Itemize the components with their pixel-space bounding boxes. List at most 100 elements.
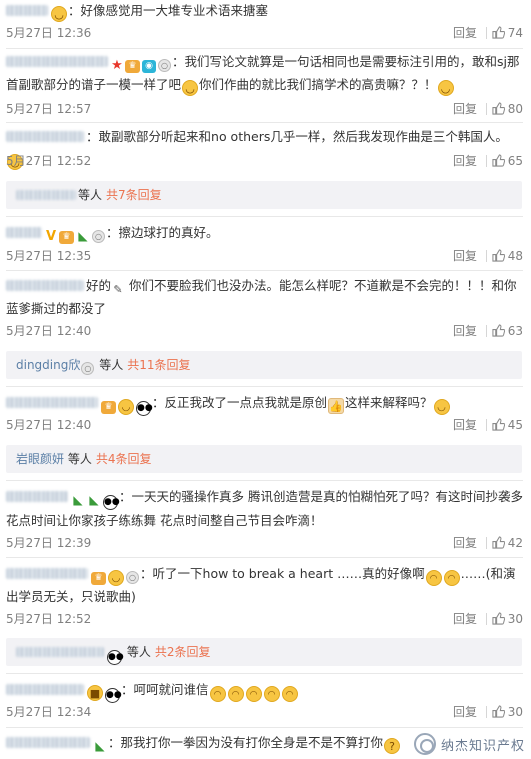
- sub-replies-summary[interactable]: 岩眼颜妍 等人 共4条回复: [6, 445, 522, 473]
- divider: [6, 480, 523, 481]
- reply-count-link[interactable]: 共11条回复: [127, 358, 190, 372]
- like-button[interactable]: 80: [489, 100, 523, 118]
- reply-button[interactable]: 回复: [453, 152, 477, 170]
- comment-time: 5月27日 12:36: [6, 26, 92, 40]
- comment-meta: 5月27日 12:40 回复 45: [6, 416, 523, 434]
- divider: [6, 270, 523, 271]
- comment-text-a: 好的: [86, 278, 112, 293]
- reply-button[interactable]: 回复: [453, 610, 477, 628]
- smile-icon: ◡: [437, 80, 454, 96]
- like-button[interactable]: 65: [489, 152, 523, 170]
- others-label: 等人: [99, 358, 124, 372]
- sub-replies-summary[interactable]: 等人 共7条回复: [6, 181, 522, 209]
- like-button[interactable]: 30: [489, 610, 523, 628]
- divider: [6, 386, 523, 387]
- comment-meta: 5月27日 12:39 回复 42: [6, 534, 523, 552]
- comment-feed: ◡ ：好像感觉用一大堆专业术语来搪塞 5月27日 12:36 回复 74 ★ ♛ ◉ ○…: [0, 0, 531, 759]
- watermelon-icon: ◣: [89, 493, 99, 507]
- watermark: 纳杰知识产权: [413, 731, 525, 757]
- grin-icon: ◡: [108, 570, 124, 586]
- like-button[interactable]: 74: [489, 24, 523, 42]
- username-blurred[interactable]: [6, 131, 84, 142]
- like-button[interactable]: 42: [489, 534, 523, 552]
- comment-text: 那我打你一拳因为没有打你全身是不是不算打你: [120, 735, 384, 750]
- divider: [6, 122, 523, 123]
- sub-replies-summary[interactable]: dingding欣 ○ 等人 共11条回复: [6, 351, 522, 379]
- username-blurred[interactable]: [6, 684, 84, 695]
- username-blurred[interactable]: [6, 5, 48, 16]
- like-button[interactable]: 63: [489, 322, 523, 340]
- laugh-icon: ◠: [227, 686, 244, 702]
- reply-button[interactable]: 回复: [453, 703, 477, 721]
- watermelon-icon: ◣: [73, 493, 83, 507]
- username-blurred[interactable]: [6, 491, 68, 502]
- others-label: 等人: [67, 452, 92, 466]
- comment-time: 5月27日 12:52: [6, 612, 92, 626]
- username-blurred[interactable]: [6, 227, 42, 238]
- reply-count-link[interactable]: 共4条回复: [96, 452, 152, 466]
- like-button[interactable]: 30: [489, 703, 523, 721]
- divider: [6, 216, 523, 217]
- laugh-icon: ◠: [209, 686, 226, 702]
- divider: [486, 706, 487, 718]
- reply-username[interactable]: dingding欣: [16, 358, 80, 372]
- smile-icon: ◡: [182, 80, 199, 96]
- thumb-up-icon: [492, 612, 505, 625]
- reply-count-link[interactable]: 共7条回复: [106, 188, 162, 202]
- others-label: 等人: [126, 645, 151, 659]
- username-blurred[interactable]: [6, 397, 98, 408]
- username-blurred[interactable]: [6, 568, 88, 579]
- sub-replies-summary[interactable]: ●● 等人 共2条回复: [6, 638, 522, 666]
- reply-button[interactable]: 回复: [453, 247, 477, 265]
- reply-button[interactable]: 回复: [453, 322, 477, 340]
- divider: [486, 155, 487, 167]
- panda-icon: ●●: [103, 495, 120, 510]
- divider: [486, 325, 487, 337]
- thumb-up-icon: [492, 536, 505, 549]
- comment-time: 5月27日 12:52: [6, 154, 92, 168]
- laugh-icon: ◠: [263, 686, 280, 702]
- like-button[interactable]: 45: [489, 416, 523, 434]
- star-icon: ★: [111, 58, 123, 73]
- reply-button[interactable]: 回复: [453, 24, 477, 42]
- comment-text: 呵呵就问谁信: [133, 682, 209, 697]
- divider: [6, 727, 523, 728]
- medal-icon: ○: [126, 571, 139, 584]
- grin-icon: ◡: [118, 399, 134, 415]
- reply-username[interactable]: 岩眼颜妍: [16, 452, 64, 466]
- reply-button[interactable]: 回复: [453, 534, 477, 552]
- comment-text: 好像感觉用一大堆专业术语来搪塞: [80, 3, 269, 18]
- crown-badge-icon: ♛: [101, 401, 116, 414]
- reply-button[interactable]: 回复: [453, 416, 477, 434]
- reply-count-link[interactable]: 共2条回复: [155, 645, 211, 659]
- smile-icon: ◡: [51, 6, 67, 22]
- divider: [486, 419, 487, 431]
- comment-text-cont: 你们作曲的就比我们搞学术的高贵嘛？？！: [199, 77, 437, 92]
- like-button[interactable]: 48: [489, 247, 523, 265]
- username-blurred[interactable]: [16, 647, 104, 657]
- medal-icon: ○: [158, 59, 171, 72]
- divider: [6, 48, 523, 49]
- comment-text: 擦边球打的真好。: [118, 225, 219, 240]
- username-blurred[interactable]: [6, 56, 108, 67]
- medal-icon: ○: [92, 230, 105, 243]
- like-count: 63: [507, 324, 523, 338]
- thumb-up-icon: [492, 418, 505, 431]
- comment-text: 听了一下how to break a heart ……真的好像啊: [152, 566, 425, 581]
- username-blurred[interactable]: [6, 280, 84, 291]
- comment-meta: 5月27日 12:35 回复 48: [6, 247, 523, 265]
- panda-icon: ●●: [105, 688, 122, 703]
- comment-meta: 5月27日 12:52 回复 30: [6, 610, 523, 628]
- comment-meta: 5月27日 12:52 回复 65: [6, 152, 523, 170]
- thumb-up-icon: [492, 26, 505, 39]
- username-blurred[interactable]: [6, 737, 90, 748]
- username-blurred[interactable]: [16, 190, 76, 200]
- panda-icon: ●●: [107, 650, 124, 665]
- reply-button[interactable]: 回复: [453, 100, 477, 118]
- v-badge-icon: V: [45, 229, 57, 244]
- thumb-up-icon: [492, 324, 505, 337]
- like-count: 80: [507, 102, 523, 116]
- divider: [486, 27, 487, 39]
- crown-badge-icon: ♛: [59, 231, 74, 244]
- crown-badge-icon: ♛: [125, 60, 140, 73]
